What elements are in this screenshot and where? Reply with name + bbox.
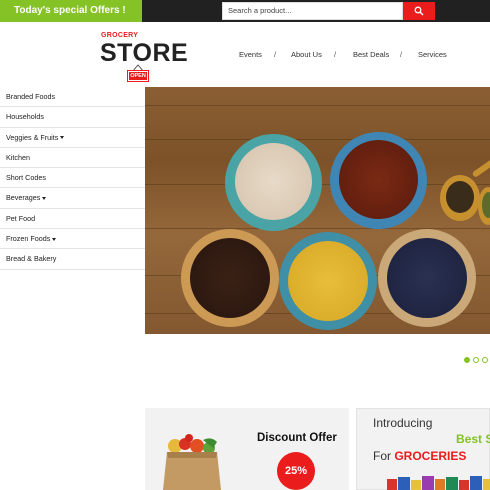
slider-dot[interactable] [482, 357, 488, 363]
sidebar-item-label: Kitchen [6, 152, 30, 162]
grocery-bag-image [159, 434, 225, 490]
nav-events[interactable]: Events [239, 50, 262, 59]
caret-down-icon [52, 237, 57, 241]
sidebar-item-label: Bread & Bakery [6, 254, 57, 264]
sidebar-item-frozen-foods[interactable]: Frozen Foods [0, 229, 145, 250]
sidebar-item-label: Veggies & Fruits [6, 132, 59, 142]
nav-separator: / [274, 50, 277, 59]
sidebar-item-label: Beverages [6, 193, 41, 203]
sidebar-item-households[interactable]: Households [0, 107, 145, 128]
groceries-promo-banner[interactable]: Introducing Best S For GROCERIES [356, 408, 490, 490]
spice-bowl [181, 229, 279, 327]
sidebar-item-veggies-fruits[interactable]: Veggies & Fruits [0, 127, 145, 148]
sidebar-item-beverages[interactable]: Beverages [0, 188, 145, 209]
nav-best-deals[interactable]: Best Deals [353, 50, 389, 59]
sidebar-item-label: Frozen Foods [6, 234, 51, 244]
sidebar-item-label: Short Codes [6, 173, 46, 183]
spice-bowl [378, 229, 476, 327]
spice-bowl [225, 134, 322, 231]
slider-dot-active[interactable] [464, 357, 470, 363]
search-icon [414, 6, 424, 16]
spice-spoon [440, 175, 480, 221]
promo-best-text: Best S [456, 432, 490, 446]
discount-offer-banner[interactable]: Discount Offer 25% [145, 408, 349, 490]
nav-separator: / [334, 50, 337, 59]
spice-bowl [330, 132, 427, 229]
category-sidebar: Branded Foods Households Veggies & Fruit… [0, 87, 145, 270]
caret-down-icon [42, 197, 47, 201]
open-sign-text: OPEN [127, 70, 149, 82]
slider-dot[interactable] [473, 357, 479, 363]
store-logo[interactable]: GROCERY STORE OPEN [98, 30, 188, 82]
sidebar-item-label: Pet Food [6, 213, 36, 223]
hero-slide-image[interactable] [145, 87, 490, 334]
discount-badge: 25% [277, 452, 315, 490]
search-button[interactable] [403, 2, 435, 20]
sidebar-item-bread-bakery[interactable]: Bread & Bakery [0, 249, 145, 270]
page: Today's special Offers ! Search a produc… [0, 0, 490, 490]
nav-separator: / [400, 50, 403, 59]
promo-groceries-text: For GROCERIES [373, 449, 467, 463]
search-input[interactable]: Search a product... [222, 2, 403, 20]
sidebar-item-label: Households [6, 112, 44, 122]
promo-introducing-text: Introducing [373, 416, 433, 430]
caret-down-icon [60, 136, 65, 140]
open-sign-icon: OPEN [127, 64, 149, 82]
sidebar-item-label: Branded Foods [6, 92, 56, 101]
grocery-packs-image [387, 471, 490, 490]
nav-about-us[interactable]: About Us [291, 50, 322, 59]
special-offers-link[interactable]: Today's special Offers ! [0, 0, 142, 22]
spice-bowl [279, 232, 377, 330]
sidebar-item-kitchen[interactable]: Kitchen [0, 147, 145, 169]
discount-offer-title: Discount Offer [257, 432, 337, 444]
logo-subtitle: GROCERY [101, 32, 139, 39]
sidebar-item-short-codes[interactable]: Short Codes [0, 168, 145, 189]
sidebar-item-pet-food[interactable]: Pet Food [0, 208, 145, 230]
sidebar-item-branded-foods[interactable]: Branded Foods [0, 87, 145, 108]
nav-services[interactable]: Services [418, 50, 447, 59]
